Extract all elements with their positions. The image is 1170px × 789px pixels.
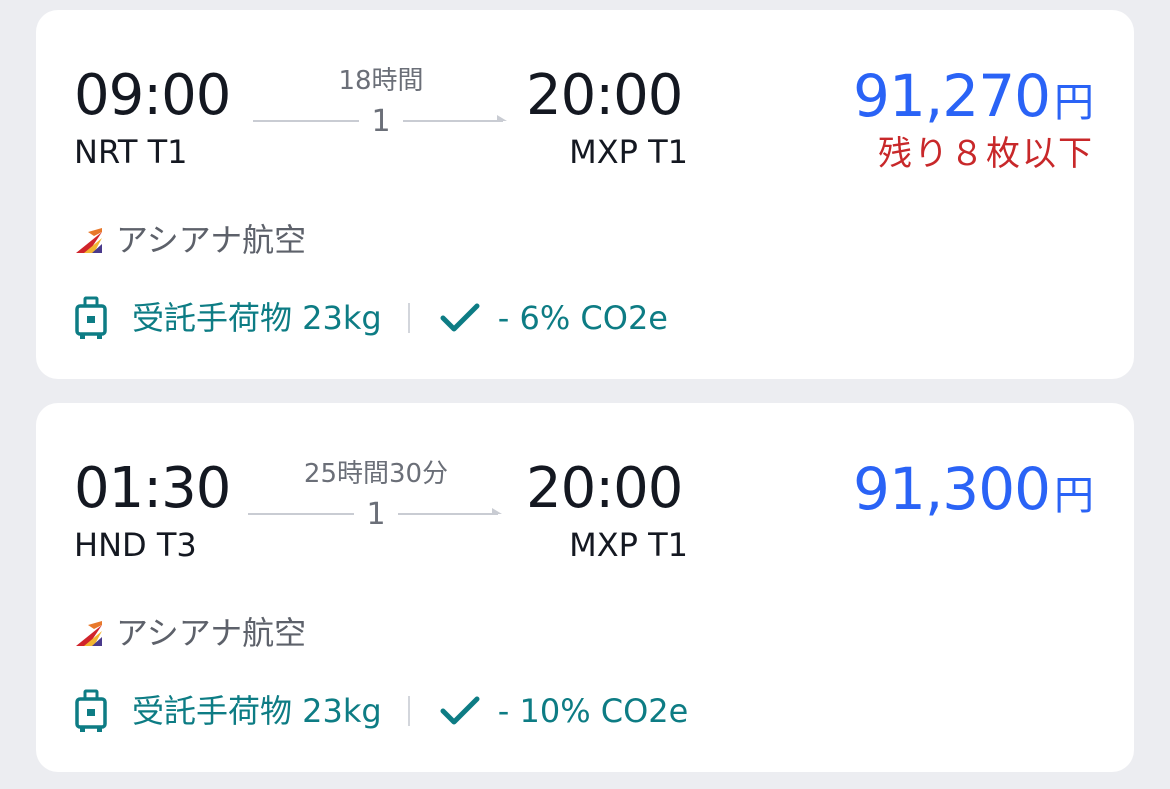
airline-info: アシアナ航空: [74, 218, 306, 262]
price: 91,300 円: [853, 449, 1094, 536]
flight-features: 受託手荷物 23kg - 6% CO2e: [74, 294, 668, 342]
flight-duration: 25時間30分: [303, 459, 449, 489]
flight-features: 受託手荷物 23kg - 10% CO2e: [74, 687, 688, 735]
departure-airport: HND T3: [74, 526, 197, 564]
arrival-airport: MXP T1: [569, 133, 688, 171]
luggage-icon: [75, 296, 107, 339]
price-amount: 91,300: [853, 455, 1051, 523]
arrival-time: 20:00: [526, 63, 683, 128]
departure-time: 09:00: [74, 63, 231, 128]
airline-name: アシアナ航空: [116, 221, 307, 259]
co2-emissions-label: - 6% CO2e: [497, 299, 668, 337]
luggage-icon: [75, 689, 107, 732]
flight-duration: 18時間: [338, 66, 424, 96]
departure-time: 01:30: [74, 456, 231, 521]
price-currency: 円: [1054, 80, 1094, 126]
stops-count: 1: [371, 104, 391, 139]
airline-name: アシアナ航空: [116, 614, 307, 652]
checkmark-icon: [440, 696, 480, 725]
checkmark-icon: [440, 303, 480, 332]
price-amount: 91,270: [853, 62, 1051, 130]
checked-baggage-label: 受託手荷物 23kg: [132, 299, 382, 337]
arrival-time: 20:00: [526, 456, 683, 521]
stops-count: 1: [366, 497, 386, 532]
asiana-airlines-logo-icon: [76, 621, 102, 646]
price: 91,270 円: [853, 56, 1094, 143]
asiana-airlines-logo-icon: [76, 228, 102, 253]
co2-emissions-label: - 10% CO2e: [497, 692, 689, 730]
price-currency: 円: [1054, 473, 1094, 519]
flight-result-card[interactable]: 01:30 25時間30分 1 20:00 HND T3 MXP T1 91,3…: [36, 403, 1134, 772]
checked-baggage-label: 受託手荷物 23kg: [132, 692, 382, 730]
arrival-airport: MXP T1: [569, 526, 688, 564]
departure-airport: NRT T1: [74, 133, 188, 171]
airline-info: アシアナ航空: [74, 611, 306, 655]
seats-remaining-notice: 残り８枚以下: [878, 134, 1094, 174]
feature-divider: [407, 696, 410, 726]
feature-divider: [407, 303, 410, 333]
flight-result-card[interactable]: 09:00 18時間 1 20:00 NRT T1 MXP T1 91,270 円…: [36, 10, 1134, 379]
